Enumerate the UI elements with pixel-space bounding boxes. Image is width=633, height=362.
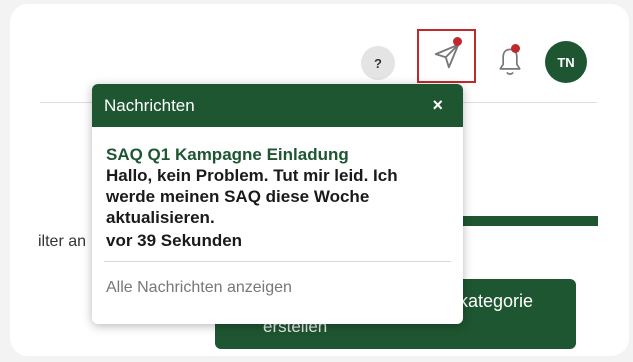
popup-header: Nachrichten × (92, 84, 463, 127)
close-icon[interactable]: × (432, 95, 443, 116)
messages-button[interactable] (417, 29, 476, 83)
message-timestamp: vor 39 Sekunden (106, 231, 243, 250)
messages-popup: Nachrichten × SAQ Q1 Kampagne Einladung … (92, 84, 463, 324)
message-item[interactable]: SAQ Q1 Kampagne Einladung Hallo, kein Pr… (92, 127, 463, 251)
view-all-messages-link[interactable]: Alle Nachrichten anzeigen (92, 262, 463, 297)
bell-icon (499, 48, 521, 75)
notifications-unread-dot (511, 44, 520, 53)
create-category-label: kategorie (459, 291, 534, 311)
green-accent-bar (460, 216, 598, 226)
messages-unread-dot (453, 37, 462, 46)
popup-title: Nachrichten (104, 95, 195, 115)
message-body-line: aktualisieren. (106, 208, 215, 227)
help-button[interactable]: ? (361, 46, 395, 80)
notifications-button[interactable] (490, 42, 530, 82)
filter-label: ilter an (38, 233, 87, 250)
user-avatar[interactable]: TN (545, 41, 587, 83)
message-subject: SAQ Q1 Kampagne Einladung (106, 145, 349, 164)
message-body-line: Hallo, kein Problem. Tut mir leid. Ich (106, 166, 398, 185)
message-body-line: werde meinen SAQ diese Woche (106, 187, 370, 206)
